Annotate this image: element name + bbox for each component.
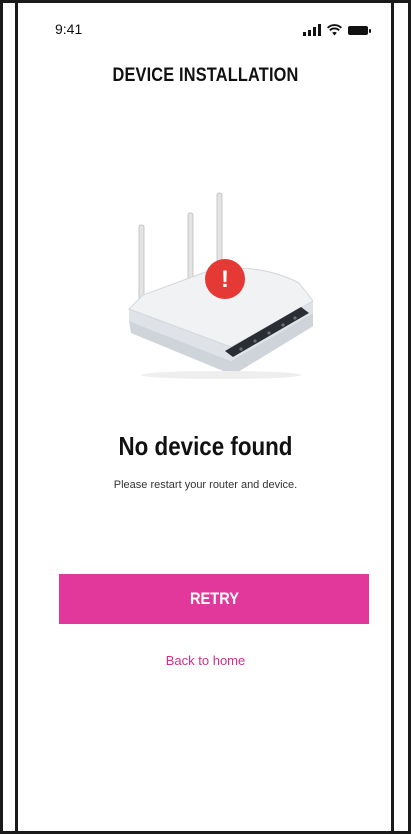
error-headline: No device found (118, 431, 293, 461)
status-bar: 9:41 (3, 17, 408, 41)
battery-icon (348, 26, 371, 35)
router-error-icon: ! (128, 192, 313, 379)
status-time: 9:41 (55, 21, 83, 37)
page-title: DEVICE INSTALLATION (112, 65, 299, 86)
back-to-home-link[interactable]: Back to home (166, 653, 246, 668)
retry-button[interactable]: RETRY (59, 574, 369, 624)
phone-screen: 9:41 DEVICE INSTALLATION ! No device fou… (0, 0, 411, 834)
retry-button-label: RETRY (189, 589, 239, 608)
cellular-signal-icon (303, 24, 321, 36)
back-to-home-container: Back to home (3, 653, 408, 668)
svg-text:!: ! (221, 266, 229, 293)
status-icons (303, 24, 371, 36)
wifi-icon (327, 24, 342, 36)
error-subtext: Please restart your router and device. (113, 479, 298, 491)
